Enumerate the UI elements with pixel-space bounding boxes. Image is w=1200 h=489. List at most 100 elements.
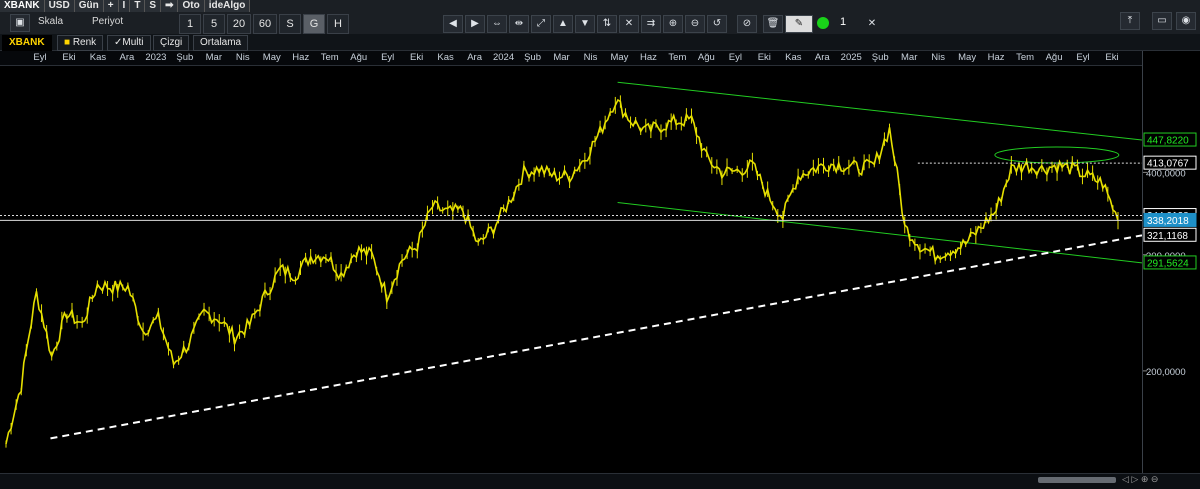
reset-icon[interactable]: ↺ (707, 15, 727, 33)
delete-icon[interactable]: 🗑 (763, 15, 783, 33)
price-series-line (5, 98, 1119, 445)
save-icon[interactable]: ▣ (10, 14, 30, 32)
pen-icon[interactable]: ✎ (785, 15, 813, 33)
month-label: Eyl (1076, 52, 1090, 63)
i-button[interactable]: I (118, 0, 131, 12)
price-tag-label: 291,5624 (1147, 258, 1189, 269)
add-button[interactable]: + (103, 0, 119, 12)
period-label[interactable]: Periyot (92, 16, 123, 27)
scroll-thumb[interactable] (1038, 477, 1116, 483)
month-label: May (262, 52, 281, 63)
time-axis: Eyl Eki Kas Ara 2023 Şub Mar Nis May Haz Tem Ağu Eyl… (0, 51, 1142, 66)
month-label: May (958, 52, 977, 63)
month-label: Şub (871, 52, 889, 63)
line-width-value[interactable]: 1 (840, 16, 846, 28)
currency-cell[interactable]: USD (44, 0, 75, 12)
period-5-button[interactable]: 5 (203, 14, 225, 34)
cross-icon[interactable]: ✕ (619, 15, 639, 33)
month-label: Nis (931, 52, 946, 63)
month-label: May (610, 52, 629, 63)
y-tick-label: 400,0000 (1146, 168, 1186, 179)
print-icon[interactable]: ▭ (1152, 12, 1172, 30)
period-20-button[interactable]: 20 (227, 14, 251, 34)
period-60-button[interactable]: 60 (253, 14, 277, 34)
month-label: Haz (987, 52, 1005, 63)
month-label: Eyl (33, 52, 47, 63)
expand-icon[interactable]: ⇔ (487, 15, 507, 33)
month-label: Tem (1016, 52, 1035, 63)
month-label: Eyl (381, 52, 395, 63)
s-button[interactable]: S (145, 0, 162, 12)
month-label: Eki (1105, 52, 1119, 63)
toolbar: XBANK USD Gün + I T S ➡ Oto ideAlgo ▣ Sk… (0, 0, 1200, 34)
camera-icon[interactable]: ◉ (1176, 12, 1196, 30)
month-label: Ara (467, 52, 482, 63)
tab-cizgi[interactable]: Çizgi (153, 35, 190, 51)
scroll-up-icon[interactable]: ▲ (553, 15, 573, 33)
month-label: Eki (757, 52, 771, 63)
month-label: Kas (437, 52, 454, 63)
month-label: Ara (814, 52, 830, 63)
tab-multi-label: Multi (122, 37, 144, 48)
period-s-button[interactable]: S (279, 14, 301, 34)
period-g-button[interactable]: G (303, 14, 325, 34)
tab-ortalama[interactable]: Ortalama (193, 35, 249, 51)
scale-label[interactable]: Skala (38, 16, 63, 27)
idealgo-button[interactable]: ideAlgo (204, 0, 251, 12)
top-ellipse (994, 146, 1120, 164)
shrink-vertical-icon[interactable]: ⇅ (597, 15, 617, 33)
month-label: Şub (176, 52, 194, 63)
month-label: Ağu (350, 52, 368, 63)
interval-cell[interactable]: Gün (74, 0, 104, 12)
month-label: 2025 (840, 52, 862, 63)
price-tag-label: 321,1168 (1147, 231, 1188, 242)
tab-renk[interactable]: ■ Renk (57, 35, 104, 51)
oto-button[interactable]: Oto (178, 0, 205, 12)
t-button[interactable]: T (130, 0, 146, 12)
no-draw-icon[interactable]: ⊘ (737, 15, 757, 33)
color-square-icon: ■ (64, 37, 73, 48)
arrow-right-icon[interactable]: ➡ (161, 0, 179, 12)
month-label: 2024 (492, 52, 515, 63)
scroll-controls-icon[interactable]: ◁ ▷ ⊕ ⊖ (1122, 474, 1158, 485)
y-tick-label: 200,0000 (1146, 367, 1186, 378)
month-label: Nis (235, 52, 250, 63)
month-label: Tem (668, 52, 687, 63)
month-label: Haz (639, 52, 657, 63)
arrow-up-icon[interactable]: ⤒ (1120, 12, 1140, 30)
month-label: Kas (89, 52, 107, 63)
ticker-cell[interactable]: XBANK (0, 0, 45, 12)
scroll-left-icon[interactable]: ◀ (443, 15, 463, 33)
month-label: Eyl (728, 52, 742, 63)
month-label: Kas (785, 52, 802, 63)
zoom-fit-icon[interactable]: ⤢ (531, 15, 551, 33)
month-label: Şub (524, 52, 541, 63)
scroll-down-icon[interactable]: ▼ (575, 15, 595, 33)
scroll-right-icon[interactable]: ▶ (465, 15, 485, 33)
symbol-bar: XBANK USD Gün + I T S ➡ Oto ideAlgo (0, 0, 1200, 12)
compress-icon[interactable]: ⇹ (509, 15, 529, 33)
tab-ticker[interactable]: XBANK (2, 35, 52, 51)
tab-multi[interactable]: ✓Multi (107, 35, 151, 51)
color-dot-icon[interactable] (817, 17, 829, 29)
price-axis: 400,0000300,0000200,0000447,8220413,0767… (1142, 51, 1200, 473)
month-label: Ara (119, 52, 135, 63)
horizontal-scrollbar[interactable]: ◁ ▷ ⊕ ⊖ (0, 473, 1200, 489)
period-1-button[interactable]: 1 (179, 14, 201, 34)
price-tag-label: 338,2018 (1147, 216, 1189, 227)
period-h-button[interactable]: H (327, 14, 349, 34)
zoom-in-icon[interactable]: ⊕ (663, 15, 683, 33)
support-trendline (50, 234, 1142, 440)
month-label: Mar (553, 52, 570, 63)
price-chart[interactable] (0, 66, 1142, 473)
fit-width-icon[interactable]: ⇉ (641, 15, 661, 33)
zoom-out-icon[interactable]: ⊖ (685, 15, 705, 33)
lower-channel-line (617, 202, 1142, 264)
price-tag-label: 413,0767 (1147, 159, 1189, 170)
month-label: Eki (410, 52, 424, 63)
tab-renk-label: Renk (72, 37, 97, 48)
month-label: 2023 (145, 52, 167, 63)
close-drawing-icon[interactable]: ✕ (862, 15, 882, 33)
month-label: Mar (901, 52, 918, 63)
month-label: Mar (205, 52, 223, 63)
